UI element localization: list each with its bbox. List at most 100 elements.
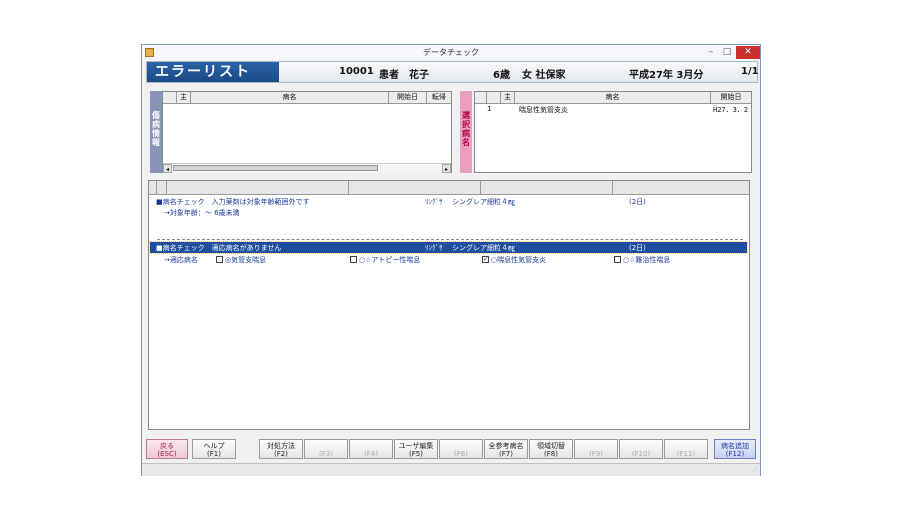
col-disease-name: 病名 bbox=[515, 92, 711, 103]
checkbox[interactable] bbox=[216, 256, 223, 263]
selected-disease-vlabel: 選択病名 bbox=[460, 91, 472, 173]
error-drug: シングレア細粒４㎎ bbox=[452, 244, 515, 252]
scroll-left-icon[interactable]: ◂ bbox=[163, 164, 172, 173]
fkey-key: (F6) bbox=[454, 450, 468, 458]
error-list[interactable]: ■病名チェック 入力薬剤は対象年齢範囲外です ﾘﾝｸﾞｻ シングレア細粒４㎎ (… bbox=[148, 180, 750, 430]
error-days: (2日) bbox=[629, 198, 646, 206]
suggested-prefix: →適応病名 bbox=[164, 256, 198, 264]
countermeasure-button[interactable]: 対処方法 (F2) bbox=[259, 439, 303, 459]
col-no-blank bbox=[487, 92, 501, 103]
fkey-key: (F4) bbox=[364, 450, 378, 458]
horizontal-scrollbar[interactable]: ◂ ▸ bbox=[163, 163, 451, 173]
f10-button[interactable]: (F10) bbox=[619, 439, 663, 459]
header-cell bbox=[167, 181, 349, 194]
page-title: エラーリスト bbox=[147, 62, 279, 82]
header-cell bbox=[349, 181, 481, 194]
checkbox[interactable] bbox=[350, 256, 357, 263]
window-title: データチェック bbox=[423, 48, 479, 57]
user-edit-button[interactable]: ユーザ編集 (F5) bbox=[394, 439, 438, 459]
fkey-label: 戻る bbox=[160, 442, 174, 450]
fkey-key: (F5) bbox=[409, 450, 423, 458]
scroll-thumb[interactable] bbox=[173, 165, 378, 171]
disease-info-grid[interactable]: 主 病名 開始日 転帰 ◂ ▸ bbox=[162, 91, 452, 173]
all-reference-diseases-button[interactable]: 全参考病名 (F7) bbox=[484, 439, 528, 459]
error-kind: ﾘﾝｸﾞｻ bbox=[425, 244, 443, 252]
col-disease-name: 病名 bbox=[191, 92, 389, 103]
f6-button[interactable]: (F6) bbox=[439, 439, 483, 459]
fkey-label bbox=[575, 442, 617, 450]
minimize-button[interactable]: – bbox=[704, 46, 718, 59]
col-outcome: 転帰 bbox=[432, 93, 446, 101]
f11-button[interactable]: (F11) bbox=[664, 439, 708, 459]
error-item[interactable]: ■病名チェック 入力薬剤は対象年齢範囲外です ﾘﾝｸﾞｻ シングレア細粒４㎎ (… bbox=[149, 196, 749, 220]
help-button[interactable]: ヘルプ (F1) bbox=[192, 439, 236, 459]
fkey-label: 対処方法 bbox=[267, 442, 295, 450]
patient-sex-insurance: 女 社保家 bbox=[522, 70, 566, 81]
error-days: (2日) bbox=[629, 244, 646, 252]
status-bar: ⋰ bbox=[142, 463, 760, 476]
f9-button[interactable]: (F9) bbox=[574, 439, 618, 459]
selected-disease-grid[interactable]: 主 病名 開始日 1 喘息性気管支炎 H27．3．2 bbox=[474, 91, 752, 173]
f4-button[interactable]: (F4) bbox=[349, 439, 393, 459]
fkey-key: (F10) bbox=[631, 450, 651, 458]
fkey-label bbox=[305, 442, 347, 450]
suggested-diseases-row: →適応病名 ◎気管支喘息 ○☆アトピー性喘息 ✓ ○喘息性気管支炎 ○☆難治性喘… bbox=[149, 255, 749, 266]
col-start-date: 開始日 bbox=[720, 93, 742, 101]
fkey-key: (F3) bbox=[319, 450, 333, 458]
disease-info-vlabel: 傷病情報 bbox=[150, 91, 162, 173]
page-indicator: 1/1 bbox=[741, 66, 759, 77]
title-bar: データチェック – □ ✕ bbox=[142, 45, 760, 60]
col-main: 主 bbox=[501, 92, 515, 103]
error-kind: ﾘﾝｸﾞｻ bbox=[425, 198, 443, 206]
f3-button[interactable]: (F3) bbox=[304, 439, 348, 459]
header-bar: エラーリスト 10001 患者 花子 6歳 女 社保家 平成27年 3月分 1/… bbox=[146, 61, 759, 83]
disease-info-header: 主 病名 開始日 転帰 bbox=[163, 92, 451, 104]
suggested-disease: ○☆難治性喘息 bbox=[623, 256, 671, 264]
suggested-disease: ◎気管支喘息 bbox=[225, 256, 267, 264]
fkey-label bbox=[620, 442, 662, 450]
close-button[interactable]: ✕ bbox=[736, 46, 760, 59]
fkey-key: (F8) bbox=[544, 450, 558, 458]
fkey-key: (F7) bbox=[499, 450, 513, 458]
fkey-label bbox=[440, 442, 482, 450]
fkey-key: (ESC) bbox=[157, 450, 177, 458]
header-cell bbox=[157, 181, 167, 194]
row-start-date: H27．3．2 bbox=[713, 106, 749, 114]
fkey-key: (F2) bbox=[274, 450, 288, 458]
divider bbox=[157, 239, 743, 240]
fkey-label: ユーザ編集 bbox=[398, 442, 434, 450]
suggested-disease: ○喘息性気管支炎 bbox=[491, 256, 547, 264]
header-cell bbox=[613, 181, 749, 194]
add-disease-button[interactable]: 病名追加 (F12) bbox=[714, 439, 756, 459]
row-header-cell bbox=[163, 92, 177, 103]
fkey-key: (F12) bbox=[725, 450, 745, 458]
patient-age: 6歳 bbox=[493, 70, 510, 81]
scroll-right-icon[interactable]: ▸ bbox=[442, 164, 451, 173]
error-drug: シングレア細粒４㎎ bbox=[452, 198, 515, 206]
row-number: 1 bbox=[487, 105, 492, 113]
selected-disease-header: 主 病名 開始日 bbox=[475, 92, 751, 104]
back-button[interactable]: 戻る (ESC) bbox=[146, 439, 188, 459]
area-switch-button[interactable]: 領域切替 (F8) bbox=[529, 439, 573, 459]
checkbox[interactable] bbox=[614, 256, 621, 263]
fkey-label bbox=[350, 442, 392, 450]
error-title: ■病名チェック 適応病名がありません bbox=[156, 244, 282, 252]
patient-name: 患者 花子 bbox=[379, 70, 429, 81]
disease-info-label: 傷病情報 bbox=[152, 111, 160, 147]
maximize-button[interactable]: □ bbox=[720, 46, 734, 59]
fkey-label bbox=[665, 442, 707, 450]
fkey-label: ヘルプ bbox=[203, 442, 225, 450]
table-row[interactable]: 1 喘息性気管支炎 H27．3．2 bbox=[475, 104, 751, 114]
col-start-date: 開始日 bbox=[389, 92, 427, 103]
fkey-label: 領域切替 bbox=[537, 442, 565, 450]
billing-period: 平成27年 3月分 bbox=[629, 70, 704, 81]
error-title: ■病名チェック 入力薬剤は対象年齢範囲外です bbox=[156, 198, 310, 206]
fkey-label: 病名追加 bbox=[721, 442, 749, 450]
row-disease-name: 喘息性気管支炎 bbox=[519, 106, 568, 114]
selected-disease-label: 選択病名 bbox=[462, 111, 470, 147]
resize-grip-icon[interactable]: ⋰ bbox=[751, 466, 758, 474]
error-item-selected[interactable]: ■病名チェック 適応病名がありません ﾘﾝｸﾞｻ シングレア細粒４㎎ (2日) bbox=[149, 241, 748, 254]
fkey-key: (F1) bbox=[207, 450, 221, 458]
checkbox-checked[interactable]: ✓ bbox=[482, 256, 489, 263]
fkey-label: 全参考病名 bbox=[488, 442, 524, 450]
